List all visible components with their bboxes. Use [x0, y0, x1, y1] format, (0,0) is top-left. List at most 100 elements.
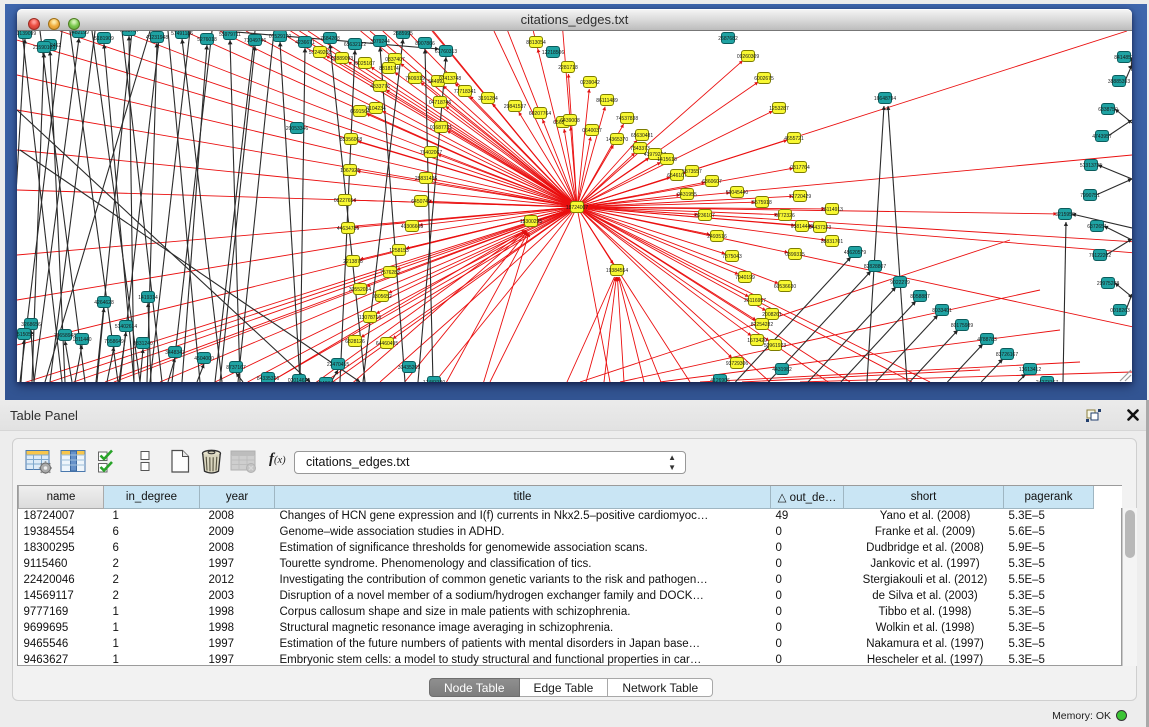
svg-text:1415618: 1415618 [657, 157, 677, 163]
svg-text:2687682: 2687682 [718, 36, 738, 42]
svg-text:0399315: 0399315 [785, 252, 805, 258]
svg-text:86111489: 86111489 [596, 98, 618, 104]
svg-text:0640037: 0640037 [582, 128, 602, 134]
svg-text:76122202: 76122202 [1089, 253, 1111, 259]
svg-text:21590109: 21590109 [33, 45, 55, 51]
svg-text:60207764: 60207764 [529, 111, 551, 117]
svg-text:82254282: 82254282 [751, 322, 773, 328]
svg-text:93729306: 93729306 [726, 361, 748, 367]
svg-text:6439008: 6439008 [560, 118, 580, 124]
svg-text:6236107: 6236107 [695, 213, 715, 219]
svg-text:76402067: 76402067 [420, 150, 442, 156]
svg-text:04718746: 04718746 [429, 100, 451, 106]
svg-text:22470455: 22470455 [327, 362, 349, 368]
svg-text:4333776: 4333776 [370, 84, 390, 90]
svg-text:72720429: 72720429 [789, 194, 811, 200]
svg-text:0431955: 0431955 [677, 192, 697, 198]
svg-text:1067924: 1067924 [340, 168, 360, 174]
svg-text:5575918: 5575918 [752, 200, 772, 206]
svg-text:7990751: 7990751 [1080, 193, 1100, 199]
svg-text:29841537: 29841537 [504, 104, 526, 110]
svg-text:29975288: 29975288 [1097, 281, 1119, 287]
svg-text:44634786: 44634786 [337, 226, 359, 232]
svg-text:2008261: 2008261 [762, 312, 782, 318]
svg-text:55979711: 55979711 [219, 32, 241, 38]
svg-text:38831701: 38831701 [821, 239, 843, 245]
svg-text:82889093: 82889093 [331, 56, 353, 62]
svg-text:30435205: 30435205 [398, 365, 420, 371]
svg-text:0025167: 0025167 [355, 61, 375, 67]
svg-text:9022279: 9022279 [890, 280, 910, 286]
svg-text:59045440: 59045440 [726, 190, 748, 196]
svg-text:02014620: 02014620 [288, 378, 310, 382]
svg-text:7375043: 7375043 [722, 254, 742, 260]
svg-text:2493516: 2493516 [707, 234, 727, 240]
svg-text:6372651: 6372651 [1087, 224, 1107, 230]
svg-text:1311440: 1311440 [72, 337, 91, 343]
svg-text:16648794: 16648794 [874, 96, 896, 102]
svg-text:3215958: 3215958 [1055, 212, 1075, 218]
svg-text:6360607: 6360607 [702, 179, 722, 185]
svg-text:26116957: 26116957 [744, 298, 766, 304]
svg-text:6450749: 6450749 [411, 199, 431, 205]
svg-text:9305652: 9305652 [372, 294, 392, 300]
svg-text:18300295: 18300295 [520, 219, 542, 225]
svg-text:17483380: 17483380 [423, 380, 445, 382]
svg-text:4104234: 4104234 [366, 106, 386, 112]
svg-text:6828126: 6828126 [345, 339, 365, 345]
svg-text:48620579: 48620579 [844, 250, 866, 256]
svg-text:83726167: 83726167 [996, 352, 1018, 358]
svg-text:5515058: 5515058 [17, 332, 34, 338]
svg-text:12218506: 12218506 [542, 50, 564, 56]
svg-text:26114913: 26114913 [821, 207, 843, 213]
svg-text:1258153: 1258153 [389, 248, 409, 254]
svg-text:7684268: 7684268 [320, 36, 340, 42]
svg-text:4236671: 4236671 [295, 40, 315, 46]
svg-text:8813054: 8813054 [526, 40, 546, 46]
svg-text:7576283: 7576283 [380, 270, 400, 276]
svg-text:5181909: 5181909 [94, 36, 114, 42]
svg-text:4431982: 4431982 [772, 367, 792, 373]
svg-text:19384554: 19384554 [606, 268, 628, 274]
svg-text:57491186: 57491186 [171, 31, 193, 37]
svg-text:8907866: 8907866 [415, 41, 435, 47]
svg-text:74537838: 74537838 [616, 116, 638, 122]
svg-text:2685995: 2685995 [393, 31, 413, 37]
svg-text:60536630: 60536630 [774, 284, 796, 290]
svg-text:4655721: 4655721 [784, 136, 804, 142]
svg-text:8414852: 8414852 [1114, 55, 1132, 61]
svg-text:30552034: 30552034 [349, 287, 371, 293]
svg-text:28831436: 28831436 [415, 176, 437, 182]
svg-text:2213878: 2213878 [343, 259, 363, 265]
svg-text:3268656: 3268656 [21, 322, 41, 328]
svg-text:6772326: 6772326 [775, 213, 795, 219]
svg-text:80175989: 80175989 [951, 323, 973, 329]
svg-text:8818174: 8818174 [379, 66, 399, 72]
svg-text:8737167: 8737167 [226, 365, 246, 371]
svg-text:3079244: 3079244 [370, 39, 390, 45]
svg-text:54437323: 54437323 [809, 225, 831, 231]
svg-text:8033401: 8033401 [932, 308, 952, 314]
svg-text:64460495: 64460495 [376, 341, 398, 347]
svg-text:82828807: 82828807 [864, 264, 886, 270]
svg-text:08227654: 08227654 [334, 198, 356, 204]
svg-text:01687731: 01687731 [430, 125, 452, 131]
svg-text:4504000: 4504000 [194, 356, 214, 362]
svg-text:18724007: 18724007 [566, 205, 588, 211]
svg-text:7058649: 7058649 [104, 339, 124, 345]
svg-text:6002675: 6002675 [754, 76, 774, 82]
svg-text:24273167: 24273167 [1036, 380, 1058, 382]
svg-text:43231948: 43231948 [146, 35, 168, 41]
svg-text:0837407: 0837407 [385, 57, 405, 63]
svg-text:5276018: 5276018 [197, 37, 217, 43]
svg-text:65630481: 65630481 [631, 133, 653, 139]
svg-text:6849340: 6849340 [316, 381, 336, 382]
svg-text:0018263: 0018263 [1110, 308, 1130, 314]
svg-text:13613412: 13613412 [1019, 367, 1041, 373]
svg-text:1253287: 1253287 [769, 106, 789, 112]
svg-text:71049746: 71049746 [244, 38, 266, 44]
svg-text:13078716: 13078716 [359, 315, 381, 321]
svg-text:77718341: 77718341 [454, 89, 476, 95]
svg-text:8058887: 8058887 [910, 294, 930, 300]
svg-text:4788783: 4788783 [977, 337, 997, 343]
